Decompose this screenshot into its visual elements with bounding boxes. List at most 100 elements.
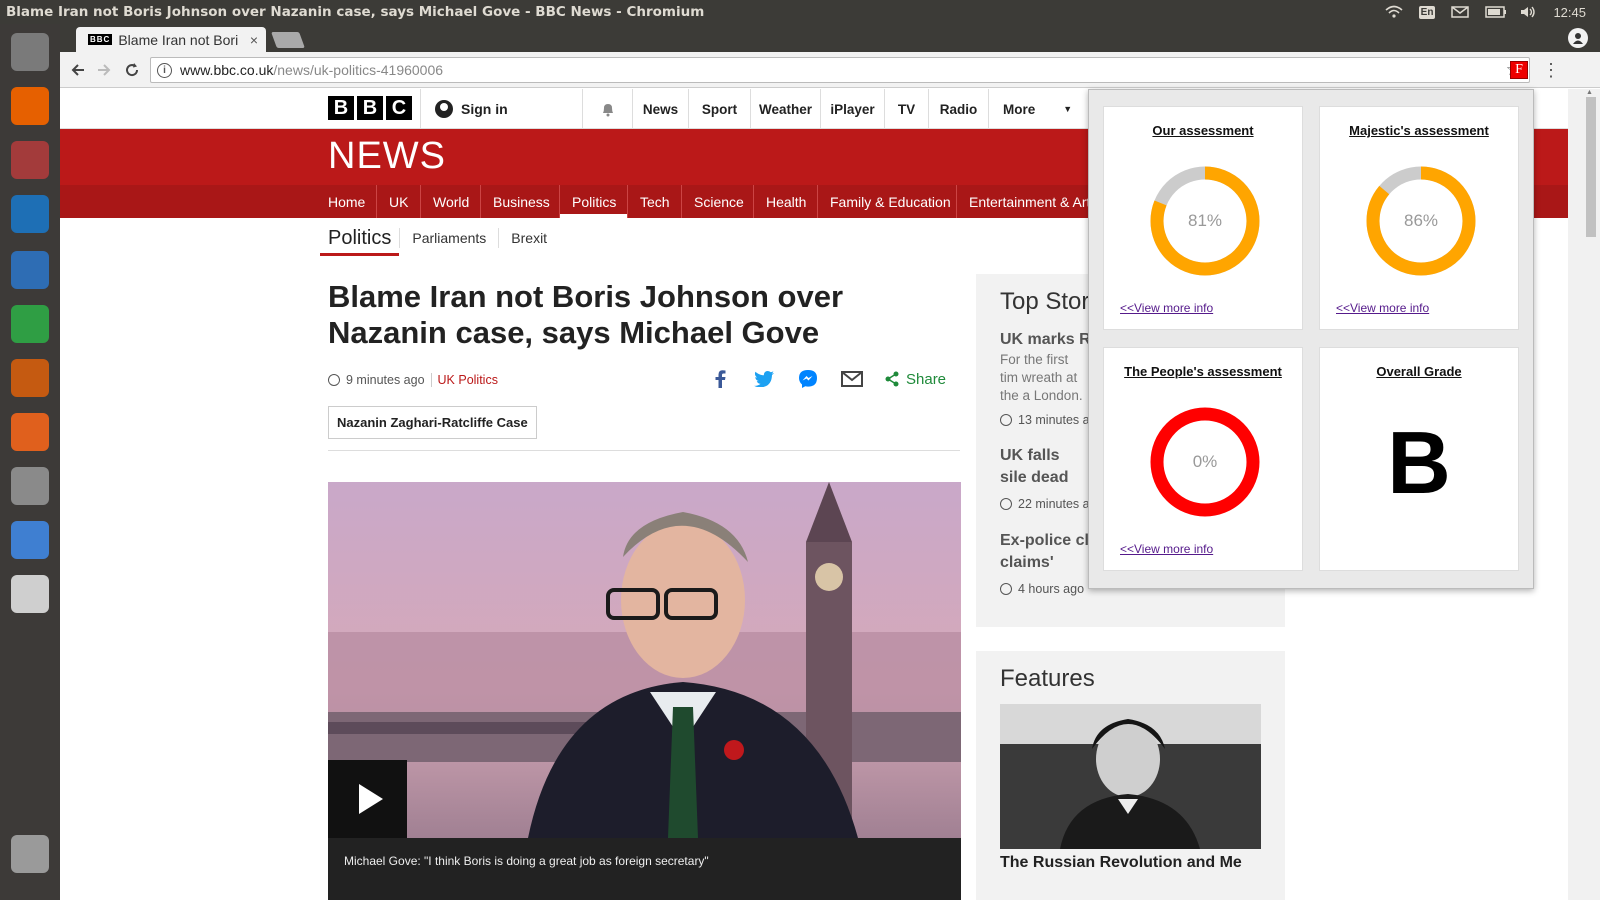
keyboard-layout-indicator[interactable]: En: [1418, 5, 1436, 19]
email-icon[interactable]: [840, 369, 864, 389]
tab-bbc-news[interactable]: BBC Blame Iran not Bori ×: [76, 27, 266, 52]
files-icon[interactable]: [6, 136, 54, 184]
global-nav-iplayer[interactable]: iPlayer: [820, 89, 884, 129]
sign-in-link[interactable]: Sign in: [420, 89, 582, 129]
clock-icon: [328, 374, 340, 386]
global-nav-more-label: More: [1003, 101, 1036, 117]
new-tab-button[interactable]: [271, 32, 305, 48]
bbc-logo-letter: B: [328, 96, 354, 120]
address-bar[interactable]: i www.bbc.co.uk /news/uk-politics-419600…: [150, 57, 1530, 83]
profile-icon[interactable]: [1568, 28, 1588, 48]
article-category-link[interactable]: UK Politics: [438, 373, 498, 387]
play-button[interactable]: [328, 760, 407, 838]
messenger-icon[interactable]: [796, 369, 820, 389]
notifications-button[interactable]: [582, 89, 632, 129]
section-nav-family-education[interactable]: Family & Education: [817, 185, 963, 218]
chromium-icon-glyph: [11, 521, 49, 559]
feature-image[interactable]: [1000, 704, 1261, 849]
global-nav-sport[interactable]: Sport: [688, 89, 750, 129]
reload-button[interactable]: [120, 58, 144, 82]
section-nav-business[interactable]: Business: [480, 185, 562, 218]
article-time: 9 minutes ago: [346, 373, 425, 387]
software-center-icon-glyph: [11, 413, 49, 451]
system-tray: En 12:45: [1385, 0, 1600, 24]
browser-menu-icon[interactable]: ⋮: [1542, 60, 1560, 80]
global-nav-tv[interactable]: TV: [884, 89, 928, 129]
section-nav-science[interactable]: Science: [681, 185, 756, 218]
libreoffice-impress-icon[interactable]: [6, 354, 54, 402]
firefox-icon[interactable]: [6, 82, 54, 130]
window-title: Blame Iran not Boris Johnson over Nazani…: [6, 4, 705, 20]
score-label: 81%: [1187, 211, 1223, 230]
global-nav-weather[interactable]: Weather: [750, 89, 820, 129]
system-settings-icon-glyph: [11, 467, 49, 505]
view-more-info-link[interactable]: <<View more info: [1120, 301, 1213, 315]
chromium-icon[interactable]: [6, 516, 54, 564]
view-more-info-link[interactable]: <<View more info: [1336, 301, 1429, 315]
story-item[interactable]: Ex-police cl claims' 4 hours ago: [1000, 530, 1100, 596]
facebook-icon[interactable]: [708, 369, 732, 389]
peoples-assessment-card: The People's assessment 0% <<View more i…: [1103, 347, 1303, 571]
text-editor-icon[interactable]: [6, 570, 54, 618]
bbc-logo[interactable]: B B C: [328, 96, 412, 120]
feature-title[interactable]: The Russian Revolution and Me: [1000, 854, 1242, 872]
software-center-icon[interactable]: [6, 408, 54, 456]
view-more-info-link[interactable]: <<View more info: [1120, 542, 1213, 556]
libreoffice-calc-icon[interactable]: [6, 300, 54, 348]
video-player[interactable]: Michael Gove: "I think Boris is doing a …: [328, 482, 961, 900]
sub-nav-brexit[interactable]: Brexit: [498, 228, 559, 248]
score-label: 86%: [1403, 211, 1439, 230]
scroll-up-icon[interactable]: ▲: [1586, 89, 1596, 97]
news-logo[interactable]: NEWS: [328, 135, 446, 178]
story-title[interactable]: Ex-police cl claims': [1000, 530, 1100, 574]
system-settings-icon[interactable]: [6, 462, 54, 510]
video-caption: Michael Gove: "I think Boris is doing a …: [328, 838, 961, 900]
global-nav-radio[interactable]: Radio: [928, 89, 988, 129]
section-nav-politics[interactable]: Politics: [559, 185, 629, 218]
twitter-icon[interactable]: [752, 369, 776, 389]
story-time-label: 13 minutes a: [1018, 413, 1090, 427]
remote-desktop-icon[interactable]: [6, 190, 54, 238]
user-icon: [435, 100, 453, 118]
sub-nav-parliaments[interactable]: Parliaments: [399, 228, 498, 248]
ubuntu-dash-icon[interactable]: [6, 28, 54, 76]
article-divider: [328, 450, 960, 451]
volume-icon[interactable]: [1519, 5, 1537, 19]
forward-arrow-icon: [98, 64, 111, 76]
mail-icon[interactable]: [1451, 5, 1470, 19]
global-nav-more[interactable]: More ▼: [988, 89, 1078, 129]
story-item[interactable]: UK falls sile dead 22 minutes a: [1000, 445, 1090, 511]
section-nav-uk[interactable]: UK: [376, 185, 420, 218]
extension-icon[interactable]: F: [1510, 61, 1528, 79]
trash-icon[interactable]: [6, 830, 54, 878]
back-button[interactable]: [66, 58, 90, 82]
story-title[interactable]: UK falls sile dead: [1000, 445, 1090, 489]
section-nav-world[interactable]: World: [420, 185, 481, 218]
our-assessment-card: Our assessment 81% <<View more info: [1103, 106, 1303, 330]
libreoffice-writer-icon-glyph: [11, 251, 49, 289]
section-nav-health[interactable]: Health: [753, 185, 818, 218]
ubuntu-dash-icon-glyph: [11, 33, 49, 71]
tab-close-icon[interactable]: ×: [250, 32, 258, 48]
clock-icon: [1000, 583, 1012, 595]
bbc-favicon-icon: BBC: [88, 34, 113, 45]
story-time-label: 4 hours ago: [1018, 582, 1085, 596]
site-info-icon[interactable]: i: [157, 62, 172, 78]
url-path: /news/uk-politics-41960006: [273, 62, 444, 78]
battery-icon[interactable]: [1485, 5, 1507, 19]
clock[interactable]: 12:45: [1553, 5, 1586, 20]
topic-tag[interactable]: Nazanin Zaghari-Ratcliffe Case: [328, 406, 537, 439]
section-nav-entertainment-arts[interactable]: Entertainment & Arts: [956, 185, 1109, 218]
global-nav-news[interactable]: News: [632, 89, 688, 129]
scrollbar-thumb[interactable]: [1586, 97, 1596, 237]
features-title: Features: [1000, 665, 1095, 692]
sub-nav-politics[interactable]: Politics: [320, 223, 400, 256]
forward-button[interactable]: [92, 58, 116, 82]
section-nav-tech[interactable]: Tech: [627, 185, 682, 218]
libreoffice-writer-icon[interactable]: [6, 246, 54, 294]
wifi-icon[interactable]: [1385, 5, 1403, 19]
share-button[interactable]: Share: [884, 371, 946, 388]
page-scrollbar[interactable]: ▲: [1568, 89, 1600, 900]
section-nav-home[interactable]: Home: [316, 185, 377, 218]
text-editor-icon-glyph: [11, 575, 49, 613]
